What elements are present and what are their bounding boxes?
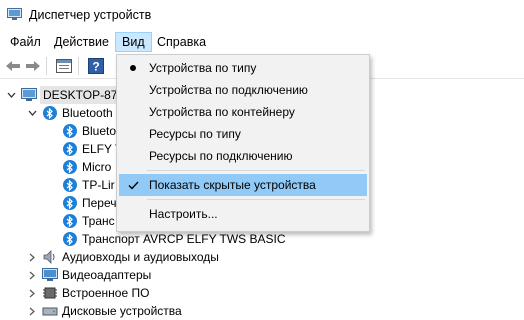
disk-drive-icon xyxy=(42,303,58,319)
menu-file[interactable]: Файл xyxy=(4,32,47,52)
tree-category-label: Аудиовходы и аудиовыходы xyxy=(62,250,219,264)
tree-device-label: TP-Lir xyxy=(82,178,115,192)
svg-text:?: ? xyxy=(92,60,99,74)
menu-option-devices-by-connection[interactable]: Устройства по подключению xyxy=(119,79,367,101)
bluetooth-icon xyxy=(62,141,78,157)
collapse-chevron-icon[interactable] xyxy=(5,86,17,104)
menu-option-resources-by-type[interactable]: Ресурсы по типу xyxy=(119,123,367,145)
device-manager-icon xyxy=(7,8,22,21)
bluetooth-icon xyxy=(62,123,78,139)
title-bar: Диспетчер устройств xyxy=(0,0,524,30)
expand-chevron-icon[interactable] xyxy=(26,248,38,266)
menu-option-customize[interactable]: Настроить... xyxy=(119,203,367,225)
window-title: Диспетчер устройств xyxy=(29,8,152,22)
menu-separator xyxy=(147,199,365,200)
radio-bullet-icon xyxy=(125,57,141,79)
collapse-chevron-icon[interactable] xyxy=(26,104,38,122)
tree-device-label: Переч xyxy=(82,196,117,210)
help-icon[interactable]: ? xyxy=(87,57,105,75)
tree-category-label: Видеоадаптеры xyxy=(62,268,152,282)
bluetooth-icon xyxy=(62,213,78,229)
menu-option-devices-by-container[interactable]: Устройства по контейнеру xyxy=(119,101,367,123)
toolbar-separator xyxy=(46,57,47,75)
bluetooth-icon xyxy=(62,195,78,211)
tree-device-label: Micro xyxy=(82,160,112,174)
menu-view[interactable]: Вид xyxy=(115,32,152,52)
menu-separator xyxy=(147,170,365,171)
bluetooth-icon xyxy=(62,231,78,247)
expand-chevron-icon[interactable] xyxy=(26,302,38,320)
menu-bar: Файл Действие Вид Справка xyxy=(0,32,524,53)
tree-category-label: Дисковые устройства xyxy=(62,304,182,318)
tree-category-label: Встроенное ПО xyxy=(62,286,150,300)
bluetooth-icon xyxy=(42,105,58,121)
properties-icon[interactable] xyxy=(55,57,73,75)
forward-arrow-icon[interactable] xyxy=(24,57,42,75)
expand-chevron-icon[interactable] xyxy=(26,284,38,302)
tree-root-label: DESKTOP-87F xyxy=(40,86,128,104)
display-adapter-icon xyxy=(42,267,58,283)
firmware-chip-icon xyxy=(42,285,58,301)
bluetooth-icon xyxy=(62,159,78,175)
expand-chevron-icon[interactable] xyxy=(26,266,38,284)
menu-option-show-hidden-devices[interactable]: Показать скрытые устройства xyxy=(119,174,367,196)
tree-device-label: Blueto xyxy=(82,124,117,138)
menu-help[interactable]: Справка xyxy=(151,32,212,52)
tree-device-label: Транс xyxy=(82,214,115,228)
tree-device-label: Транспорт AVRCP ELFY TWS BASIC xyxy=(82,232,286,246)
tree-category-label: Bluetooth xyxy=(62,106,113,120)
view-dropdown-menu: Устройства по типу Устройства по подключ… xyxy=(116,54,370,232)
bluetooth-icon xyxy=(62,177,78,193)
menu-option-devices-by-type[interactable]: Устройства по типу xyxy=(119,57,367,79)
menu-action[interactable]: Действие xyxy=(48,32,115,52)
back-arrow-icon[interactable] xyxy=(4,57,22,75)
computer-icon xyxy=(21,87,37,103)
speaker-icon xyxy=(42,249,58,265)
toolbar-separator xyxy=(78,57,79,75)
menu-option-resources-by-connection[interactable]: Ресурсы по подключению xyxy=(119,145,367,167)
checkmark-icon xyxy=(125,174,141,196)
